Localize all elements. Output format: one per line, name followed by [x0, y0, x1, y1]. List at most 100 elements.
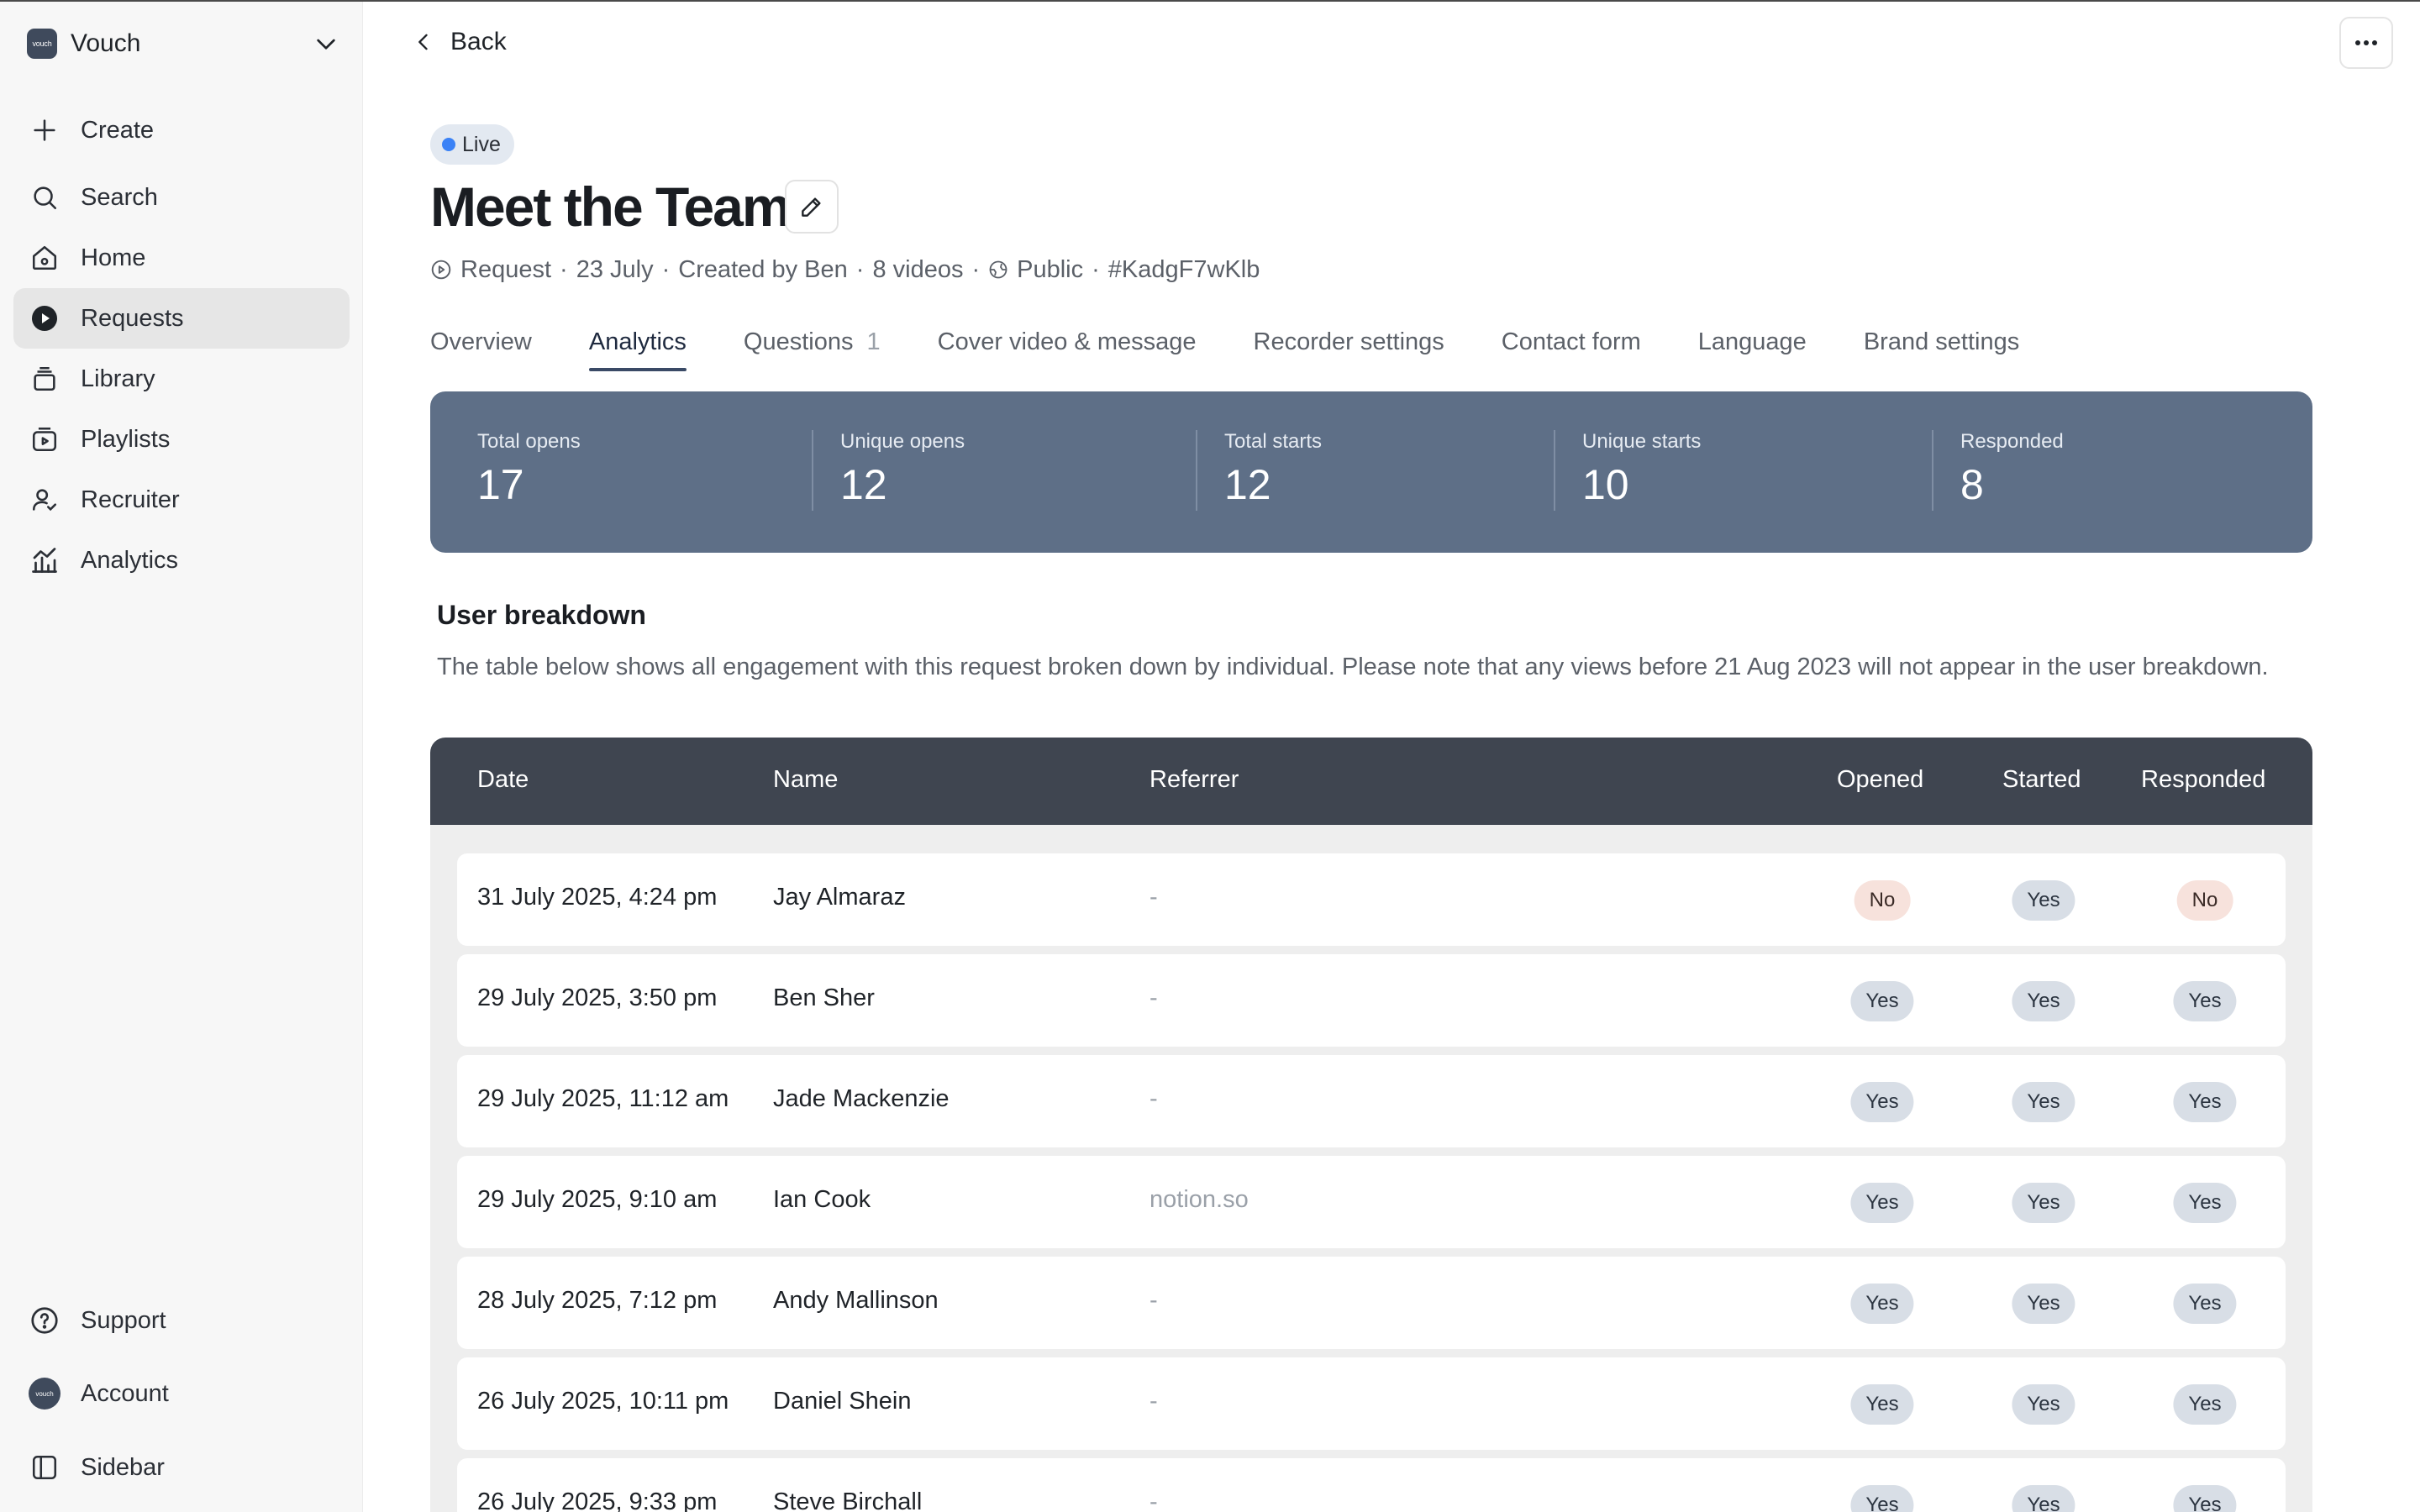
meta-separator: · [855, 255, 865, 283]
request-creator: Created by Ben [678, 255, 848, 283]
account-avatar: vouch [29, 1378, 60, 1410]
chevron-left-icon [418, 34, 428, 50]
tab-cover-video-message[interactable]: Cover video & message [938, 324, 1197, 371]
tab-bar: Overview Analytics Questions 1 Cover vide… [430, 324, 2076, 371]
sidebar-item-account[interactable]: vouch Account [13, 1363, 350, 1424]
table-row[interactable]: 29 July 2025, 9:10 am Ian Cook notion.so… [457, 1156, 2286, 1248]
workspace-name: Vouch [71, 29, 141, 57]
table-row[interactable]: 28 July 2025, 7:12 pm Andy Mallinson - Y… [457, 1257, 2286, 1349]
stat-total-starts: Total starts 12 [1224, 430, 1322, 509]
playlists-icon [29, 423, 60, 455]
row-date: 29 July 2025, 9:10 am [477, 1186, 718, 1213]
sidebar-item-support[interactable]: Support [13, 1290, 350, 1351]
stat-unique-starts: Unique starts 10 [1582, 430, 1701, 509]
row-referrer: - [1150, 984, 1158, 1011]
responded-badge: Yes [2173, 1384, 2237, 1425]
column-header-date[interactable]: Date [477, 766, 529, 794]
tab-overview[interactable]: Overview [430, 324, 532, 371]
sidebar-item-sidebar-toggle[interactable]: Sidebar [13, 1437, 350, 1498]
started-badge: Yes [2012, 880, 2075, 921]
column-header-opened[interactable]: Opened [1837, 766, 1923, 794]
more-options-button[interactable] [2339, 17, 2393, 69]
sidebar-item-playlists[interactable]: Playlists [13, 409, 350, 470]
tab-contact-form[interactable]: Contact form [1502, 324, 1641, 371]
back-button[interactable]: Back [412, 24, 507, 60]
column-header-started[interactable]: Started [2002, 766, 2081, 794]
responded-badge: Yes [2173, 1485, 2237, 1512]
sidebar-item-recruiter[interactable]: Recruiter [13, 470, 350, 530]
row-date: 28 July 2025, 7:12 pm [477, 1287, 718, 1314]
request-video-count: 8 videos [872, 255, 964, 283]
workspace-switcher[interactable]: vouch Vouch [27, 25, 339, 62]
sidebar-item-search[interactable]: Search [13, 167, 350, 228]
responded-badge: Yes [2173, 1284, 2237, 1324]
requests-icon [29, 302, 60, 334]
sidebar-item-label: Library [81, 365, 155, 392]
started-badge: Yes [2012, 1082, 2075, 1122]
meta-separator: · [560, 255, 568, 283]
row-name: Jay Almaraz [773, 884, 906, 911]
responded-badge: Yes [2173, 981, 2237, 1021]
stat-divider [812, 430, 813, 511]
sidebar-item-analytics[interactable]: Analytics [13, 530, 350, 591]
table-row[interactable]: 29 July 2025, 11:12 am Jade Mackenzie - … [457, 1055, 2286, 1147]
started-badge: Yes [2012, 981, 2075, 1021]
tab-analytics[interactable]: Analytics [588, 324, 687, 371]
opened-badge: No [1854, 880, 1911, 921]
row-name: Ian Cook [773, 1186, 871, 1213]
column-header-responded[interactable]: Responded [2141, 766, 2265, 794]
request-type-icon [431, 260, 451, 280]
opened-badge: Yes [1850, 1384, 1914, 1425]
stat-label: Unique opens [840, 430, 965, 453]
sidebar-item-label: Playlists [81, 425, 171, 453]
help-icon [29, 1305, 60, 1336]
sidebar-item-library[interactable]: Library [13, 349, 350, 409]
sidebar-item-label: Requests [81, 304, 184, 332]
stat-value: 17 [477, 461, 524, 508]
stat-divider [1554, 430, 1555, 511]
table-row[interactable]: 26 July 2025, 9:33 pm Steve Birchall - Y… [457, 1458, 2286, 1512]
stat-label: Unique starts [1582, 430, 1702, 453]
row-date: 29 July 2025, 11:12 am [477, 1085, 729, 1112]
stat-responded: Responded 8 [1960, 430, 2064, 509]
search-icon [29, 181, 60, 213]
sidebar-item-label: Search [81, 183, 158, 211]
row-referrer: - [1150, 1488, 1158, 1512]
stat-total-opens: Total opens 17 [477, 430, 581, 509]
live-dot-icon [442, 138, 455, 151]
workspace-logo: vouch [27, 29, 57, 59]
table-row[interactable]: 29 July 2025, 3:50 pm Ben Sher - Yes Yes… [457, 954, 2286, 1047]
request-id[interactable]: #KadgF7wKlb [1108, 256, 1260, 284]
row-date: 29 July 2025, 3:50 pm [477, 984, 718, 1011]
meta-separator: · [971, 255, 981, 283]
sidebar-item-label: Home [81, 244, 146, 271]
account-avatar-icon: vouch [29, 1378, 60, 1410]
stat-value: 12 [840, 461, 887, 508]
tab-recorder-settings[interactable]: Recorder settings [1254, 324, 1444, 371]
tab-questions[interactable]: Questions 1 [744, 324, 881, 371]
sidebar-item-requests[interactable]: Requests [13, 288, 350, 349]
window-top-border [0, 0, 2420, 2]
stat-label: Responded [1960, 430, 2064, 453]
column-header-referrer[interactable]: Referrer [1150, 766, 1239, 794]
stat-value: 12 [1224, 461, 1271, 508]
row-date: 26 July 2025, 9:33 pm [477, 1488, 718, 1512]
table-row[interactable]: 31 July 2025, 4:24 pm Jay Almaraz - No Y… [457, 853, 2286, 946]
column-header-name[interactable]: Name [773, 766, 838, 794]
edit-title-button[interactable] [785, 180, 839, 234]
row-referrer: - [1150, 1287, 1158, 1314]
tab-brand-settings[interactable]: Brand settings [1864, 324, 2019, 371]
sidebar-item-home[interactable]: Home [13, 228, 350, 288]
sidebar: vouch Vouch Create Search Home Requests … [0, 0, 363, 1512]
user-breakdown-table: Date Name Referrer Opened Started Respon… [430, 738, 2312, 1512]
sidebar-item-label: Analytics [81, 546, 179, 574]
responded-badge: Yes [2173, 1183, 2237, 1223]
request-visibility-label: Public [1017, 255, 1084, 283]
stat-divider [1196, 430, 1197, 511]
tab-language[interactable]: Language [1698, 324, 1807, 371]
sidebar-item-label: Support [81, 1306, 166, 1334]
section-description: The table below shows all engagement wit… [437, 654, 2269, 680]
sidebar-item-create[interactable]: Create [13, 100, 350, 160]
table-row[interactable]: 26 July 2025, 10:11 pm Daniel Shein - Ye… [457, 1357, 2286, 1450]
table-header: Date Name Referrer Opened Started Respon… [430, 738, 2312, 825]
